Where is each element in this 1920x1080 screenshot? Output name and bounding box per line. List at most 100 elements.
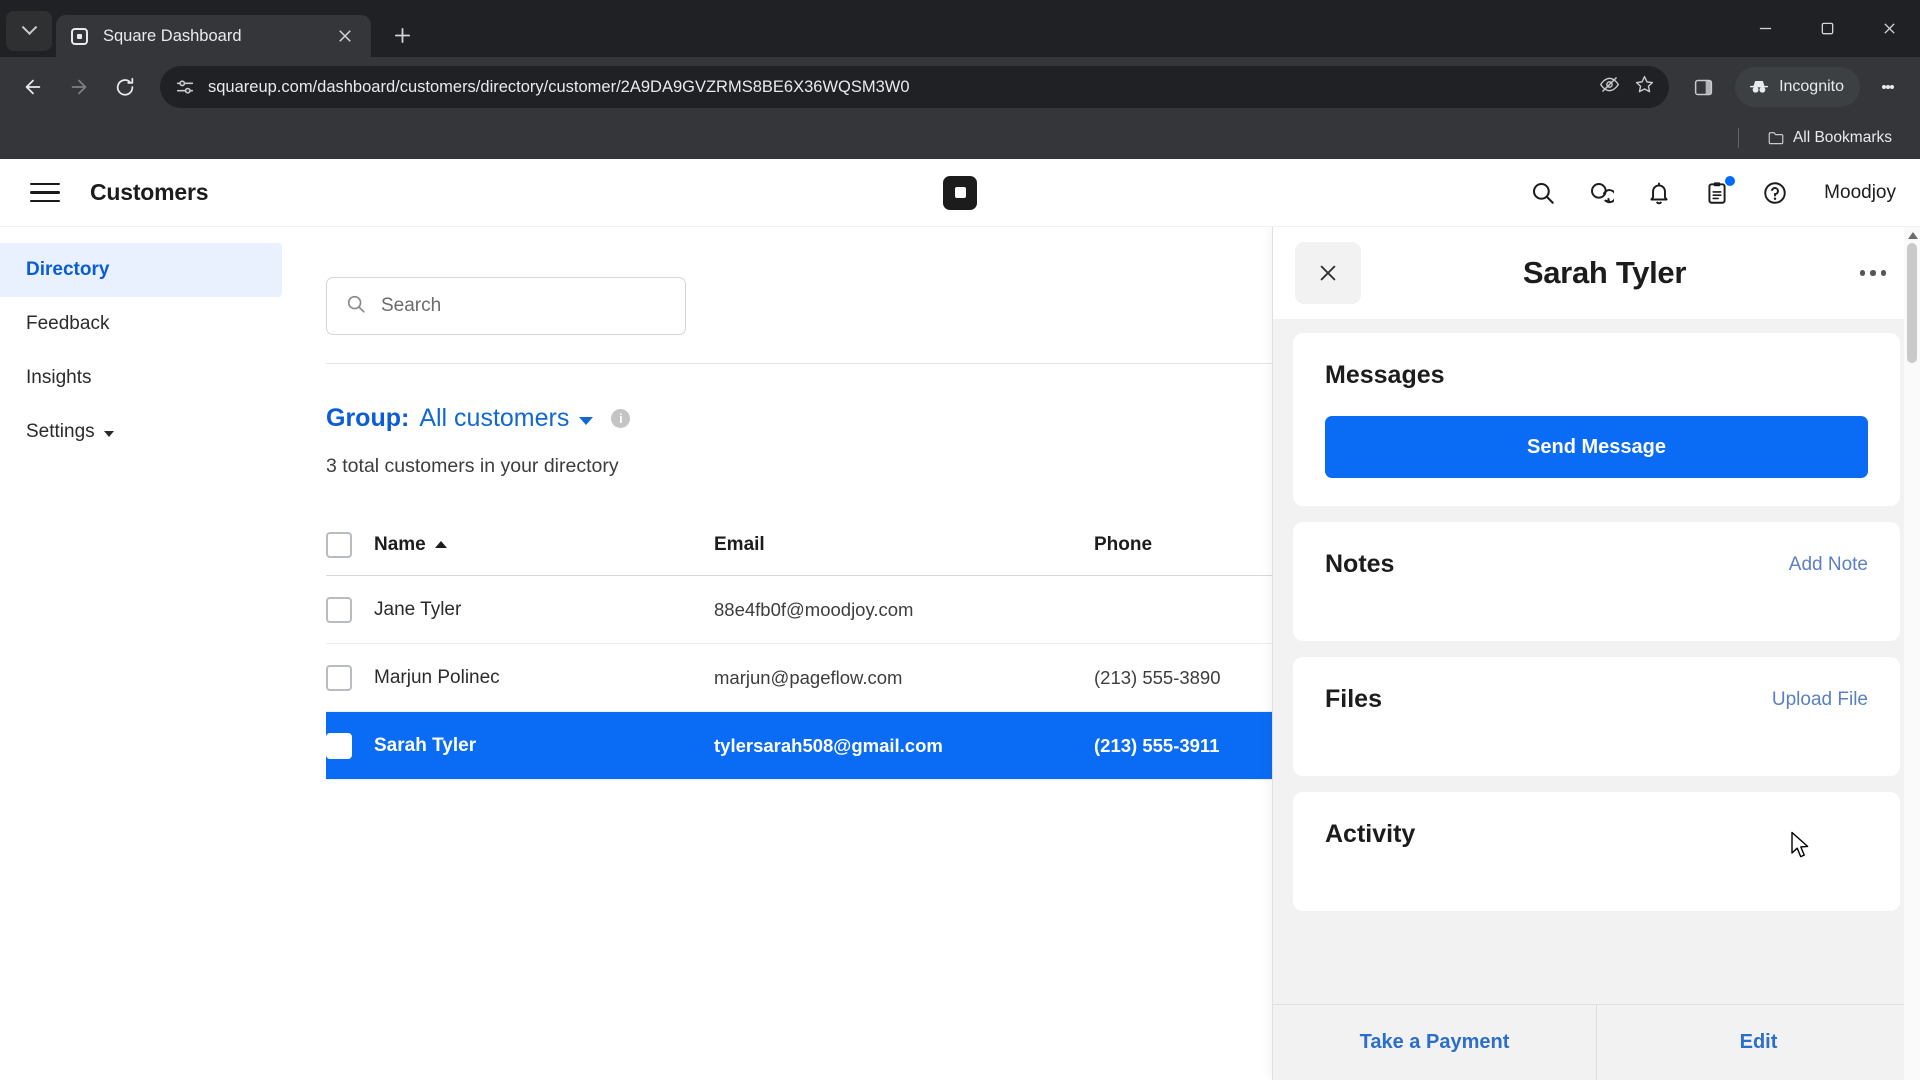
chrome-menu-button[interactable] bbox=[1868, 67, 1908, 107]
page-scrollbar[interactable] bbox=[1904, 227, 1920, 1080]
scrollbar-track bbox=[1907, 243, 1917, 1064]
page-title: Customers bbox=[90, 179, 209, 205]
incognito-indicator[interactable]: Incognito bbox=[1735, 67, 1860, 107]
column-label: Name bbox=[374, 533, 426, 555]
cell-email: marjun@pageflow.com bbox=[714, 666, 903, 688]
help-icon[interactable] bbox=[1760, 178, 1790, 208]
maximize-button[interactable] bbox=[1796, 0, 1858, 57]
chevron-down-icon bbox=[103, 430, 114, 437]
customer-detail-drawer: Sarah Tyler Messages Send Message Notes … bbox=[1272, 227, 1920, 1080]
column-header-name[interactable]: Name bbox=[374, 534, 714, 556]
notes-title: Notes bbox=[1325, 550, 1395, 578]
square-favicon-icon bbox=[69, 26, 89, 46]
row-checkbox[interactable] bbox=[326, 596, 352, 623]
chevron-down-icon bbox=[21, 18, 37, 35]
bookmark-star-icon[interactable] bbox=[1634, 74, 1655, 100]
sidebar: Directory Feedback Insights Settings bbox=[0, 227, 282, 1080]
chevron-down-icon bbox=[579, 417, 594, 425]
row-checkbox[interactable] bbox=[326, 732, 352, 759]
sidebar-item-directory[interactable]: Directory bbox=[0, 243, 282, 297]
omnibox-actions bbox=[1589, 74, 1655, 100]
column-header-email[interactable]: Email bbox=[714, 534, 1094, 556]
sidebar-item-label: Insights bbox=[26, 367, 92, 388]
search-input[interactable]: Search bbox=[326, 277, 686, 335]
page-content: Customers Moodjoy Directory Feedback Ins… bbox=[0, 159, 1920, 1080]
group-value: All customers bbox=[419, 404, 570, 432]
clipboard-icon[interactable] bbox=[1702, 175, 1736, 208]
group-label: Group: bbox=[326, 404, 410, 432]
new-tab-button[interactable] bbox=[383, 16, 421, 54]
browser-tab[interactable]: Square Dashboard bbox=[56, 15, 371, 57]
sidebar-item-feedback[interactable]: Feedback bbox=[0, 297, 282, 351]
chat-icon[interactable] bbox=[1586, 178, 1616, 208]
app-header: Customers Moodjoy bbox=[0, 159, 1920, 227]
search-icon bbox=[345, 293, 367, 320]
sidebar-item-label: Settings bbox=[26, 421, 95, 442]
take-payment-button[interactable]: Take a Payment bbox=[1273, 1005, 1596, 1080]
cell-name: Jane Tyler bbox=[374, 598, 462, 620]
window-controls bbox=[1734, 0, 1920, 57]
add-note-link[interactable]: Add Note bbox=[1789, 554, 1868, 576]
close-window-button[interactable] bbox=[1858, 0, 1920, 57]
sidebar-item-insights[interactable]: Insights bbox=[0, 351, 282, 405]
cell-name: Sarah Tyler bbox=[374, 734, 477, 756]
search-icon[interactable] bbox=[1528, 178, 1558, 208]
scroll-up-arrow-icon[interactable] bbox=[1907, 230, 1918, 241]
drawer-footer: Take a Payment Edit bbox=[1273, 1004, 1920, 1080]
close-drawer-button[interactable] bbox=[1295, 242, 1361, 304]
side-panel-button[interactable] bbox=[1683, 67, 1723, 107]
sidebar-item-settings[interactable]: Settings bbox=[0, 405, 282, 459]
url-text: squareup.com/dashboard/customers/directo… bbox=[208, 77, 910, 96]
cell-email: tylersarah508@gmail.com bbox=[714, 734, 943, 756]
activity-card: Activity bbox=[1293, 792, 1900, 911]
browser-toolbar: squareup.com/dashboard/customers/directo… bbox=[0, 57, 1920, 117]
scrollbar-thumb[interactable] bbox=[1907, 243, 1917, 363]
divider bbox=[1737, 128, 1739, 148]
browser-window: Square Dashboard squareup.com/dashboard/… bbox=[0, 0, 1920, 1080]
sort-ascending-icon bbox=[434, 541, 447, 548]
minimize-button[interactable] bbox=[1734, 0, 1796, 57]
search-placeholder: Search bbox=[381, 295, 442, 316]
drawer-body: Messages Send Message Notes Add Note Fil… bbox=[1273, 319, 1920, 1004]
forward-button[interactable] bbox=[58, 66, 100, 108]
page-body: Directory Feedback Insights Settings Sea… bbox=[0, 227, 1920, 1080]
site-settings-icon[interactable] bbox=[174, 76, 196, 98]
cell-name: Marjun Polinec bbox=[374, 666, 500, 688]
tab-search-button[interactable] bbox=[6, 11, 52, 51]
messages-card: Messages Send Message bbox=[1293, 333, 1900, 506]
notes-card: Notes Add Note bbox=[1293, 522, 1900, 641]
sidebar-item-label: Feedback bbox=[26, 313, 110, 334]
bell-icon[interactable] bbox=[1644, 178, 1674, 208]
edit-button[interactable]: Edit bbox=[1597, 1005, 1920, 1080]
tracking-protection-icon[interactable] bbox=[1599, 74, 1620, 100]
tab-strip: Square Dashboard bbox=[0, 0, 1920, 57]
drawer-title: Sarah Tyler bbox=[1522, 255, 1687, 290]
app-header-actions: Moodjoy bbox=[1528, 175, 1896, 208]
drawer-header: Sarah Tyler bbox=[1273, 227, 1920, 319]
files-title: Files bbox=[1325, 685, 1382, 713]
send-message-button[interactable]: Send Message bbox=[1325, 416, 1868, 478]
more-options-button[interactable] bbox=[1848, 248, 1898, 298]
close-tab-button[interactable] bbox=[332, 23, 358, 49]
all-bookmarks-label: All Bookmarks bbox=[1792, 129, 1892, 146]
tab-title: Square Dashboard bbox=[103, 26, 242, 45]
upload-file-link[interactable]: Upload File bbox=[1772, 689, 1868, 711]
files-card: Files Upload File bbox=[1293, 657, 1900, 776]
messages-title: Messages bbox=[1325, 361, 1445, 389]
account-name[interactable]: Moodjoy bbox=[1824, 182, 1896, 204]
info-icon[interactable]: i bbox=[611, 409, 631, 428]
notification-badge bbox=[1725, 175, 1736, 186]
square-logo-icon bbox=[943, 175, 977, 210]
row-checkbox[interactable] bbox=[326, 664, 352, 691]
address-bar[interactable]: squareup.com/dashboard/customers/directo… bbox=[160, 66, 1670, 108]
reload-button[interactable] bbox=[104, 66, 146, 108]
activity-title: Activity bbox=[1325, 820, 1416, 848]
menu-button[interactable] bbox=[24, 171, 68, 215]
cell-email: 88e4fb0f@moodjoy.com bbox=[714, 598, 914, 620]
sidebar-item-label: Directory bbox=[26, 259, 110, 280]
back-button[interactable] bbox=[12, 66, 54, 108]
bookmarks-bar: All Bookmarks bbox=[0, 117, 1920, 159]
select-all-checkbox[interactable] bbox=[326, 531, 352, 558]
all-bookmarks-button[interactable]: All Bookmarks bbox=[1759, 125, 1900, 151]
incognito-label: Incognito bbox=[1779, 78, 1844, 95]
